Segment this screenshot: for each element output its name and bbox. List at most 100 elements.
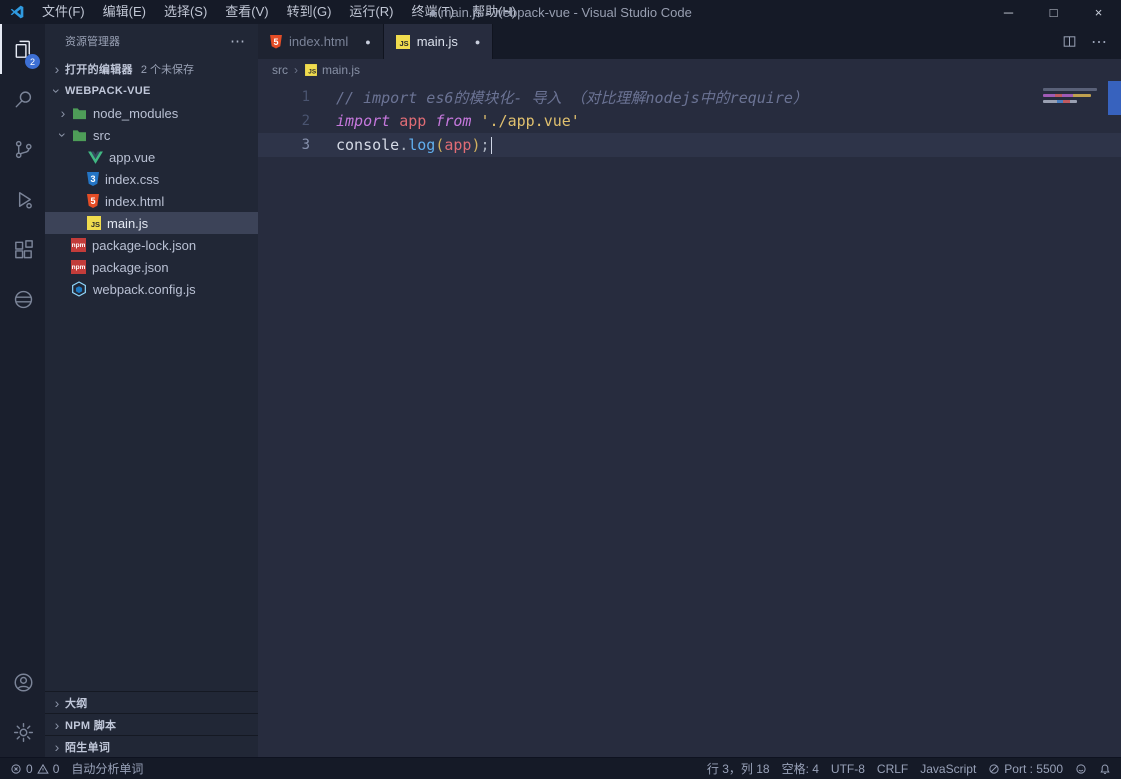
status-notifications[interactable] xyxy=(1099,763,1111,775)
more-actions-icon[interactable]: ⋯ xyxy=(1091,32,1107,52)
split-editor-icon[interactable] xyxy=(1062,34,1077,49)
breadcrumb-src[interactable]: src xyxy=(272,63,288,77)
activity-globe-extension-icon[interactable] xyxy=(0,274,45,324)
status-live-server-port[interactable]: Port : 5500 xyxy=(988,762,1063,776)
code-editor[interactable]: 1// import es6的模块化- 导入 （对比理解nodejs中的requ… xyxy=(258,81,1121,757)
chevron-expanded-icon: › xyxy=(50,83,64,99)
workspace-label: WEBPACK-VUE xyxy=(65,85,151,97)
error-icon xyxy=(10,763,22,775)
broadcast-icon xyxy=(988,763,1000,775)
close-button[interactable]: × xyxy=(1076,0,1121,24)
activity-bar: 2 xyxy=(0,24,45,757)
tree-item-webpack.config.js[interactable]: ›webpack.config.js xyxy=(45,278,258,300)
tree-item-main.js[interactable]: ›JSmain.js xyxy=(45,212,258,234)
chevron-collapsed-icon: › xyxy=(55,106,71,120)
tree-item-index.html[interactable]: ›5index.html xyxy=(45,190,258,212)
file-label: main.js xyxy=(107,216,148,231)
tab-index.html[interactable]: 5index.html● xyxy=(258,24,384,59)
status-label: CRLF xyxy=(877,762,908,776)
menu-f[interactable]: 文件(F) xyxy=(33,0,94,24)
breadcrumb-label: src xyxy=(272,63,288,77)
chevron-collapsed-icon: › xyxy=(49,740,65,754)
tree-item-src[interactable]: ›src xyxy=(45,124,258,146)
section-NPM 脚本[interactable]: ›NPM 脚本 xyxy=(45,713,258,735)
editor-actions: ⋯ xyxy=(1062,24,1121,59)
folder-icon xyxy=(71,127,87,143)
activity-search-icon[interactable] xyxy=(0,74,45,124)
open-editors-section[interactable]: › 打开的编辑器 2 个未保存 xyxy=(45,58,258,80)
maximize-button[interactable]: □ xyxy=(1031,0,1076,24)
explorer-sidebar: 资源管理器 ⋯ › 打开的编辑器 2 个未保存 › WEBPACK-VUE ›n… xyxy=(45,24,258,757)
section-陌生单词[interactable]: ›陌生单词 xyxy=(45,735,258,757)
minimize-button[interactable]: ─ xyxy=(986,0,1031,24)
status-language[interactable]: JavaScript xyxy=(920,762,976,776)
tree-item-package-lock.json[interactable]: ›npmpackage-lock.json xyxy=(45,234,258,256)
activity-extensions-icon[interactable] xyxy=(0,224,45,274)
menu-v[interactable]: 查看(V) xyxy=(216,0,277,24)
minimap[interactable] xyxy=(1043,85,1105,106)
line-number: 3 xyxy=(258,137,310,153)
scrollbar-thumb[interactable] xyxy=(1108,81,1121,115)
code-token: ; xyxy=(481,136,490,154)
activity-run-debug-icon[interactable] xyxy=(0,174,45,224)
menu-r[interactable]: 运行(R) xyxy=(340,0,402,24)
modified-dot-icon[interactable]: ● xyxy=(365,37,370,47)
menu-e[interactable]: 编辑(E) xyxy=(94,0,155,24)
js-icon: JS xyxy=(87,216,101,230)
js-icon: JS xyxy=(396,35,410,49)
activity-badge: 2 xyxy=(25,54,40,69)
file-label: app.vue xyxy=(109,150,155,165)
status-eol[interactable]: CRLF xyxy=(877,762,908,776)
js-icon: JS xyxy=(305,64,317,76)
tree-item-app.vue[interactable]: ›app.vue xyxy=(45,146,258,168)
code-token: app xyxy=(399,112,426,130)
status-spellcheck[interactable]: 自动分析单词 xyxy=(71,760,143,777)
webpack-icon xyxy=(71,281,87,297)
breadcrumb-main.js[interactable]: JS main.js xyxy=(304,63,360,77)
modified-dot-icon[interactable]: ● xyxy=(475,37,480,47)
breadcrumb-label: main.js xyxy=(322,63,360,77)
minimap-line xyxy=(1043,94,1091,97)
section-label: 大纲 xyxy=(65,695,88,711)
status-feedback[interactable] xyxy=(1075,763,1087,775)
file-label: index.css xyxy=(105,172,159,187)
code-token: log xyxy=(408,136,435,154)
folder-icon xyxy=(71,105,87,121)
unsaved-badge: 2 个未保存 xyxy=(141,61,194,77)
status-indentation[interactable]: 空格: 4 xyxy=(782,760,819,777)
code-line-2[interactable]: 2import app from './app.vue' xyxy=(258,109,1121,133)
tree-item-node_modules[interactable]: ›node_modules xyxy=(45,102,258,124)
activity-explorer-icon[interactable]: 2 xyxy=(0,24,45,74)
status-problems[interactable]: 0 0 xyxy=(10,762,59,776)
status-cursor-position[interactable]: 行 3，列 18 xyxy=(707,760,770,777)
menu-s[interactable]: 选择(S) xyxy=(155,0,216,24)
chevron-collapsed-icon: › xyxy=(49,696,65,710)
minimap-line xyxy=(1043,88,1097,91)
activity-settings-icon[interactable] xyxy=(0,707,45,757)
editor-area: 5index.html●JSmain.js● ⋯ src›JSmain.js 1… xyxy=(258,24,1121,757)
status-encoding[interactable]: UTF-8 xyxy=(831,762,865,776)
sidebar-header: 资源管理器 ⋯ xyxy=(45,24,258,58)
menu-g[interactable]: 转到(G) xyxy=(278,0,341,24)
code-token xyxy=(426,112,435,130)
activity-account-icon[interactable] xyxy=(0,657,45,707)
code-token xyxy=(390,112,399,130)
workspace-section[interactable]: › WEBPACK-VUE xyxy=(45,80,258,102)
vscode-window: 文件(F)编辑(E)选择(S)查看(V)转到(G)运行(R)终端(T)帮助(H)… xyxy=(0,0,1121,779)
status-label: 行 3，列 18 xyxy=(707,760,770,777)
tree-item-package.json[interactable]: ›npmpackage.json xyxy=(45,256,258,278)
section-label: NPM 脚本 xyxy=(65,717,116,733)
vscode-logo-icon[interactable] xyxy=(0,4,33,20)
file-label: src xyxy=(93,128,110,143)
code-line-1[interactable]: 1// import es6的模块化- 导入 （对比理解nodejs中的requ… xyxy=(258,85,1121,109)
more-actions-icon[interactable]: ⋯ xyxy=(230,32,246,50)
vue-icon xyxy=(87,149,103,165)
tree-item-index.css[interactable]: ›3index.css xyxy=(45,168,258,190)
section-大纲[interactable]: ›大纲 xyxy=(45,691,258,713)
feedback-icon xyxy=(1075,763,1087,775)
tab-main.js[interactable]: JSmain.js● xyxy=(384,24,494,59)
chevron-collapsed-icon: › xyxy=(49,62,65,76)
activity-source-control-icon[interactable] xyxy=(0,124,45,174)
open-editors-label: 打开的编辑器 xyxy=(65,61,133,77)
code-line-3[interactable]: 3console.log(app); xyxy=(258,133,1121,157)
